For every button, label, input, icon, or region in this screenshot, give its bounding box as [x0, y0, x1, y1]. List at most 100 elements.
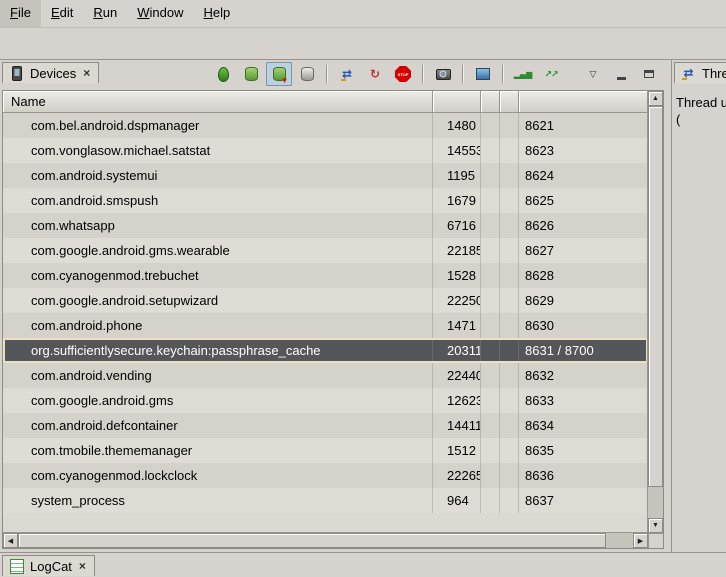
table-body: com.bel.android.dspmanager14808621com.vo… [3, 113, 648, 533]
threads-icon [680, 65, 697, 82]
tab-devices[interactable]: Devices [2, 62, 99, 83]
vertical-scrollbar[interactable] [647, 91, 663, 533]
process-name: com.whatsapp [3, 213, 433, 238]
process-pid: 14411 [433, 413, 481, 438]
process-row[interactable]: com.android.phone14718630 [3, 313, 648, 338]
menu-bar: FileEditRunWindowHelp [0, 0, 726, 28]
horizontal-scrollbar[interactable] [3, 532, 648, 548]
scroll-right-icon[interactable] [633, 533, 648, 548]
process-row[interactable]: system_process9648637 [3, 488, 648, 513]
process-pid: 1679 [433, 188, 481, 213]
process-row[interactable]: com.google.android.gms126238633 [3, 388, 648, 413]
column-header-3[interactable] [500, 91, 519, 113]
process-row[interactable]: org.sufficientlysecure.keychain:passphra… [3, 338, 648, 363]
process-row[interactable]: com.android.smspush16798625 [3, 188, 648, 213]
bottom-tab-bar: LogCat [0, 552, 726, 577]
network-stats-icon [515, 66, 532, 83]
minimize-button[interactable] [608, 62, 634, 86]
cause-gc-icon [299, 66, 316, 83]
process-name: com.android.defcontainer [3, 413, 433, 438]
process-name: com.google.android.gms.wearable [3, 238, 433, 263]
process-pid: 1528 [433, 263, 481, 288]
system-info-button[interactable] [470, 62, 496, 86]
network-stats-button[interactable] [510, 62, 536, 86]
process-row[interactable]: com.whatsapp67168626 [3, 213, 648, 238]
debug-process-button[interactable] [210, 62, 236, 86]
process-name: com.vonglasow.michael.satstat [3, 138, 433, 163]
process-row[interactable]: com.android.vending224408632 [3, 363, 648, 388]
scroll-up-icon[interactable] [648, 91, 663, 106]
main-area: Devices STOP Name com.bel.android.dspman… [0, 60, 726, 552]
process-row[interactable]: com.tmobile.thememanager15128635 [3, 438, 648, 463]
menu-window[interactable]: Window [127, 0, 193, 27]
screen-capture-icon [435, 66, 452, 83]
process-name: com.google.android.setupwizard [3, 288, 433, 313]
stop-process-button[interactable]: STOP [390, 62, 416, 86]
process-port: 8624 [519, 163, 648, 188]
scrollbar-corner [648, 533, 663, 548]
scroll-down-icon[interactable] [648, 518, 663, 533]
tab-threads-label: Threads [702, 66, 726, 81]
process-name: org.sufficientlysecure.keychain:passphra… [3, 338, 433, 363]
tab-threads[interactable]: Threads [674, 62, 726, 83]
cell-empty [500, 413, 519, 438]
menu-file[interactable]: File [0, 0, 41, 27]
devices-toolbar: STOP [210, 62, 662, 86]
process-row[interactable]: com.google.android.gms.wearable221858627 [3, 238, 648, 263]
column-header-4[interactable] [519, 91, 648, 113]
cell-empty [500, 288, 519, 313]
close-icon[interactable] [81, 67, 92, 79]
maximize-button[interactable] [636, 62, 662, 86]
screen-capture-button[interactable] [430, 62, 456, 86]
column-header-2[interactable] [481, 91, 500, 113]
close-icon[interactable] [77, 560, 88, 572]
update-heap-button[interactable] [238, 62, 264, 86]
toolbar-separator [422, 65, 424, 83]
toolbar-separator [502, 65, 504, 83]
minimize-icon [613, 66, 630, 83]
cause-gc-button[interactable] [294, 62, 320, 86]
process-port: 8633 [519, 388, 648, 413]
process-row[interactable]: com.bel.android.dspmanager14808621 [3, 113, 648, 138]
cell-empty [481, 438, 500, 463]
column-header-name[interactable]: Name [3, 91, 433, 113]
process-port: 8629 [519, 288, 648, 313]
process-pid: 1480 [433, 113, 481, 138]
menu-run[interactable]: Run [83, 0, 127, 27]
process-row[interactable]: com.google.android.setupwizard222508629 [3, 288, 648, 313]
menu-help[interactable]: Help [193, 0, 240, 27]
vertical-scroll-thumb[interactable] [648, 106, 663, 487]
process-name: com.tmobile.thememanager [3, 438, 433, 463]
process-row[interactable]: com.android.defcontainer14411 8634 [3, 413, 648, 438]
process-port: 8626 [519, 213, 648, 238]
process-pid: 964 [433, 488, 481, 513]
menu-edit[interactable]: Edit [41, 0, 83, 27]
process-row[interactable]: com.cyanogenmod.lockclock222658636 [3, 463, 648, 488]
update-threads-icon [339, 66, 356, 83]
start-tracing-icon [543, 66, 560, 83]
process-port: 8636 [519, 463, 648, 488]
dump-hprof-button[interactable] [266, 62, 292, 86]
threads-message-line2: ( [676, 111, 726, 128]
toolbar-separator [462, 65, 464, 83]
process-row[interactable]: com.cyanogenmod.trebuchet15288628 [3, 263, 648, 288]
start-tracing-button[interactable] [538, 62, 564, 86]
scroll-left-icon[interactable] [3, 533, 18, 548]
process-port: 8631 / 8700 [519, 338, 648, 363]
tab-logcat[interactable]: LogCat [2, 555, 95, 576]
threads-panel: Threads Thread up ( [671, 60, 726, 552]
view-menu-button[interactable] [580, 62, 606, 86]
cell-empty [500, 338, 519, 363]
process-port: 8634 [519, 413, 648, 438]
method-profiling-button[interactable] [362, 62, 388, 86]
cell-empty [481, 413, 500, 438]
process-name: system_process [3, 488, 433, 513]
stop-process-icon: STOP [395, 66, 411, 82]
update-threads-button[interactable] [334, 62, 360, 86]
process-row[interactable]: com.android.systemui11958624 [3, 163, 648, 188]
process-row[interactable]: com.vonglasow.michael.satstat145538623 [3, 138, 648, 163]
horizontal-scroll-thumb[interactable] [18, 533, 606, 548]
cell-empty [500, 138, 519, 163]
column-header-1[interactable] [433, 91, 481, 113]
view-menu-icon [585, 66, 602, 83]
